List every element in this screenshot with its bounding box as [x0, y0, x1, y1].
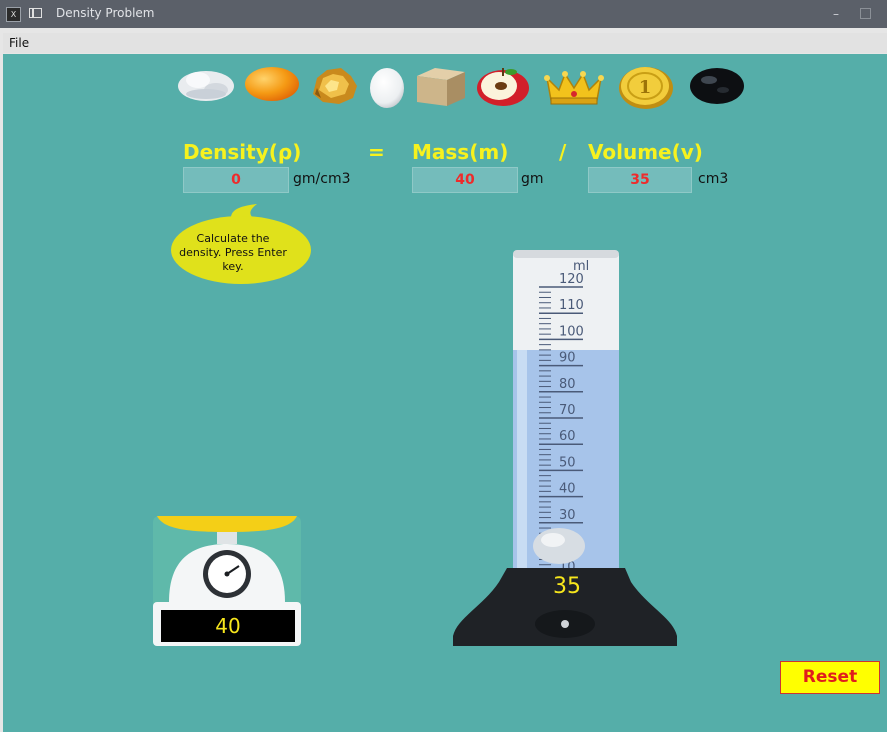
cylinder-tick-label: 110	[559, 298, 584, 313]
coin-label: 1	[639, 77, 652, 98]
volume-field: 35	[588, 167, 692, 193]
app-icon: X	[6, 7, 21, 22]
density-unit: gm/cm3	[293, 171, 351, 187]
apple-icon[interactable]	[475, 66, 531, 108]
density-input[interactable]: 0	[183, 167, 289, 193]
cylinder-reading: 35	[553, 574, 581, 599]
cylinder-tick-label: 90	[559, 351, 576, 366]
window-title: Density Problem	[56, 6, 155, 20]
simulation-canvas: 1 Density(ρ) = Mass(m) / Volume(v) 0 gm/…	[3, 54, 887, 732]
cylinder-tick-label: 40	[559, 482, 576, 497]
wood-block-icon[interactable]	[413, 66, 467, 108]
divide-sign: /	[559, 140, 567, 164]
window-icon[interactable]	[29, 8, 42, 18]
minimize-button[interactable]: –	[833, 7, 839, 21]
black-stone-icon[interactable]	[689, 66, 745, 104]
mass-field: 40	[412, 167, 518, 193]
gold-nugget-icon[interactable]	[307, 64, 361, 106]
menu-bar: File	[3, 33, 887, 53]
cylinder-tick-label: 100	[559, 324, 584, 339]
title-bar: X Density Problem –	[0, 0, 887, 28]
reset-button[interactable]: Reset	[780, 661, 880, 694]
crown-icon[interactable]	[543, 68, 605, 106]
hint-text: Calculate the density. Press Enter key.	[179, 232, 287, 273]
mass-unit: gm	[521, 171, 544, 187]
cylinder-tick-label: 70	[559, 403, 576, 418]
volume-unit: cm3	[698, 171, 729, 187]
density-label: Density(ρ)	[183, 140, 302, 164]
maximize-button[interactable]	[860, 8, 871, 19]
scale-reading: 40	[161, 610, 295, 642]
egg-icon[interactable]	[369, 66, 405, 108]
file-menu[interactable]: File	[9, 36, 29, 50]
cylinder-tick-label: 50	[559, 455, 576, 470]
equals-sign: =	[368, 140, 385, 164]
orange-ball-icon[interactable]	[244, 66, 300, 102]
cylinder-tick-label: 80	[559, 377, 576, 392]
volume-label: Volume(v)	[588, 140, 703, 164]
cylinder-tick-label: 120	[559, 272, 584, 287]
mass-label: Mass(m)	[412, 140, 509, 164]
cylinder-tick-label: 30	[559, 508, 576, 523]
coin-icon[interactable]: 1	[617, 64, 675, 110]
cylinder-tick-label: 60	[559, 429, 576, 444]
cotton-ball-icon[interactable]	[176, 66, 236, 104]
